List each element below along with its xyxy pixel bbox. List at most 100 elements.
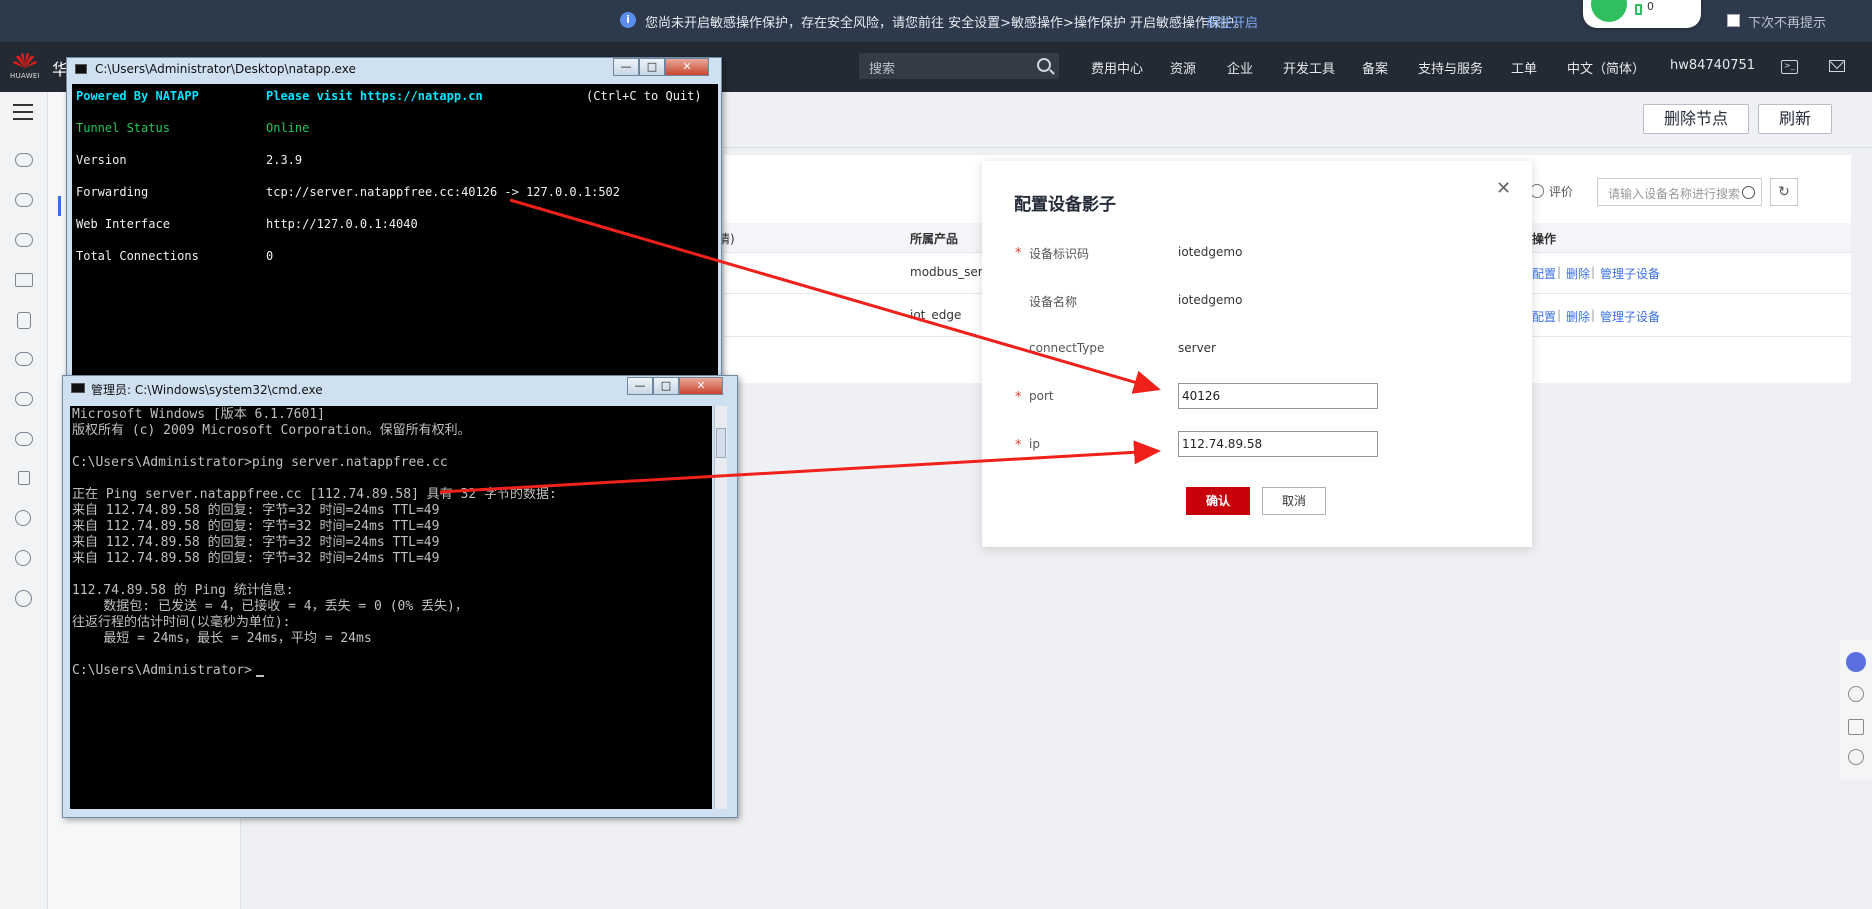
cancel-button[interactable]: 取消 xyxy=(1262,487,1326,515)
cmd-title: 管理员: C:\Windows\system32\cmd.exe xyxy=(91,383,323,397)
anchor-icon[interactable] xyxy=(18,471,30,485)
cluster-icon[interactable] xyxy=(15,550,31,566)
feedback-icon[interactable] xyxy=(1848,719,1864,735)
col-header-product: 所属产品 xyxy=(910,232,959,246)
nav-filing[interactable]: 备案 xyxy=(1362,58,1388,77)
row2-product: iot_edge xyxy=(910,308,962,322)
cmd-line: 版权所有 (c) 2009 Microsoft Corporation。保留所有… xyxy=(72,423,471,438)
field-value-device-id: iotedgemo xyxy=(1178,245,1243,259)
menu-icon[interactable] xyxy=(13,104,33,120)
cmd-line: Microsoft Windows [版本 6.1.7601] xyxy=(72,407,325,422)
row2-manage-link[interactable]: 管理子设备 xyxy=(1600,308,1660,325)
device-search-input[interactable]: 请输入设备名称进行搜索 xyxy=(1597,178,1762,206)
cmd-line: 来自 112.74.89.58 的回复: 字节=32 时间=24ms TTL=4… xyxy=(72,535,440,550)
cmd-line: 数据包: 已发送 = 4，已接收 = 4，丢失 = 0 (0% 丢失)， xyxy=(72,599,468,614)
globe-icon[interactable] xyxy=(15,590,32,607)
mail-icon[interactable] xyxy=(1829,60,1845,72)
nav-resources[interactable]: 资源 xyxy=(1170,58,1196,77)
field-value-connect-type: server xyxy=(1178,341,1216,355)
nav-language[interactable]: 中文（简体） xyxy=(1567,58,1645,77)
close-icon[interactable]: ✕ xyxy=(1496,178,1511,199)
natapp-status-value: Online xyxy=(266,121,310,135)
required-mark: * xyxy=(1015,390,1022,405)
natapp-visit: Please visit https://natapp.cn xyxy=(266,89,483,103)
network-icon[interactable] xyxy=(15,273,33,287)
rate-icon[interactable] xyxy=(1530,184,1544,198)
scroll-thumb[interactable] xyxy=(716,428,726,458)
ip-icon[interactable] xyxy=(15,510,31,526)
cloud-upload-icon[interactable] xyxy=(15,432,33,446)
field-value-device-name: iotedgemo xyxy=(1178,293,1243,307)
cmd-line: 来自 112.74.89.58 的回复: 字节=32 时间=24ms TTL=4… xyxy=(72,551,440,566)
help-icon[interactable] xyxy=(1848,686,1864,702)
close-window-button[interactable]: ✕ xyxy=(665,58,709,76)
search-icon[interactable] xyxy=(1742,186,1755,199)
close-window-button[interactable]: ✕ xyxy=(679,377,723,395)
text-cursor xyxy=(256,675,264,677)
natapp-version-key: Version xyxy=(76,153,127,167)
cloud-security-icon[interactable] xyxy=(15,392,33,406)
delete-node-button[interactable]: 删除节点 xyxy=(1643,104,1749,134)
cmd-scrollbar[interactable] xyxy=(714,406,727,809)
confirm-button[interactable]: 确认 xyxy=(1186,487,1250,515)
natapp-forwarding-value: tcp://server.natappfree.cc:40126 -> 127.… xyxy=(266,185,621,199)
cmd-line: 来自 112.74.89.58 的回复: 字节=32 时间=24ms TTL=4… xyxy=(72,519,440,534)
nav-account[interactable]: hw84740751 xyxy=(1670,58,1755,73)
minimize-button[interactable]: — xyxy=(627,377,653,395)
col-header-ops: 操作 xyxy=(1532,232,1557,246)
wifi-count: 0 xyxy=(1647,0,1654,13)
field-label-ip: ip xyxy=(1029,437,1040,451)
banner-message: 您尚未开启敏感操作保护，存在安全风险，请您前往 安全设置>敏感操作>操作保护 开… xyxy=(645,16,1248,31)
smile-icon[interactable] xyxy=(1848,749,1864,765)
nav-devtools[interactable]: 开发工具 xyxy=(1283,58,1335,77)
row2-delete-link[interactable]: 删除 xyxy=(1566,308,1590,325)
cmd-line: 最短 = 24ms，最长 = 24ms，平均 = 24ms xyxy=(72,631,372,646)
dialog-title: 配置设备影子 xyxy=(1014,195,1116,215)
storage-icon[interactable] xyxy=(17,312,31,329)
maximize-button[interactable]: □ xyxy=(639,58,665,76)
huawei-logo xyxy=(13,52,37,68)
minimize-button[interactable]: — xyxy=(613,58,639,76)
nav-support[interactable]: 支持与服务 xyxy=(1418,58,1483,77)
natapp-powered: Powered By NATAPP xyxy=(76,89,199,103)
global-search-input[interactable]: 搜索 xyxy=(859,53,1059,79)
info-icon: i xyxy=(620,12,636,28)
cloud-icon[interactable] xyxy=(15,153,33,167)
sep: | xyxy=(1591,265,1596,279)
row1-delete-link[interactable]: 删除 xyxy=(1566,265,1590,282)
banner-enable-link[interactable]: 前往开启 xyxy=(1206,12,1258,31)
rate-link[interactable]: 评价 xyxy=(1549,183,1573,200)
cloud-server-icon[interactable] xyxy=(15,193,33,207)
active-menu-marker xyxy=(58,196,61,216)
nav-billing[interactable]: 费用中心 xyxy=(1091,58,1143,77)
row1-product: modbus_serv xyxy=(910,265,990,279)
row2-config-link[interactable]: 配置 xyxy=(1532,308,1556,325)
wifi-widget: 0 xyxy=(1583,0,1701,28)
field-label-device-name: 设备名称 xyxy=(1029,295,1078,309)
cloud-monitor-icon[interactable] xyxy=(15,352,33,366)
support-icon[interactable] xyxy=(1846,652,1866,672)
nav-enterprise[interactable]: 企业 xyxy=(1227,58,1253,77)
nav-tickets[interactable]: 工单 xyxy=(1511,58,1537,77)
dont-show-checkbox[interactable] xyxy=(1727,14,1740,27)
refresh-button[interactable]: 刷新 xyxy=(1758,104,1832,134)
required-mark: * xyxy=(1015,438,1022,453)
logo-text: HUAWEI xyxy=(10,72,41,80)
cmd-line: 正在 Ping server.natappfree.cc [112.74.89.… xyxy=(72,487,557,502)
search-icon[interactable] xyxy=(1037,58,1051,72)
search-placeholder: 搜索 xyxy=(869,62,896,77)
database-icon[interactable] xyxy=(15,233,33,247)
cmd-line: 来自 112.74.89.58 的回复: 字节=32 时间=24ms TTL=4… xyxy=(72,503,440,518)
natapp-web-key: Web Interface xyxy=(76,217,170,231)
port-input[interactable] xyxy=(1178,383,1378,409)
wifi-icon xyxy=(1591,0,1627,22)
ip-input[interactable] xyxy=(1178,431,1378,457)
maximize-button[interactable]: □ xyxy=(653,377,679,395)
natapp-title: C:\Users\Administrator\Desktop\natapp.ex… xyxy=(95,62,356,76)
row1-config-link[interactable]: 配置 xyxy=(1532,265,1556,282)
row1-manage-link[interactable]: 管理子设备 xyxy=(1600,265,1660,282)
device-search-placeholder: 请输入设备名称进行搜索 xyxy=(1608,187,1741,201)
sep: | xyxy=(1591,308,1596,322)
refresh-icon[interactable]: ↻ xyxy=(1770,178,1798,206)
terminal-icon[interactable]: >_ xyxy=(1781,60,1798,74)
